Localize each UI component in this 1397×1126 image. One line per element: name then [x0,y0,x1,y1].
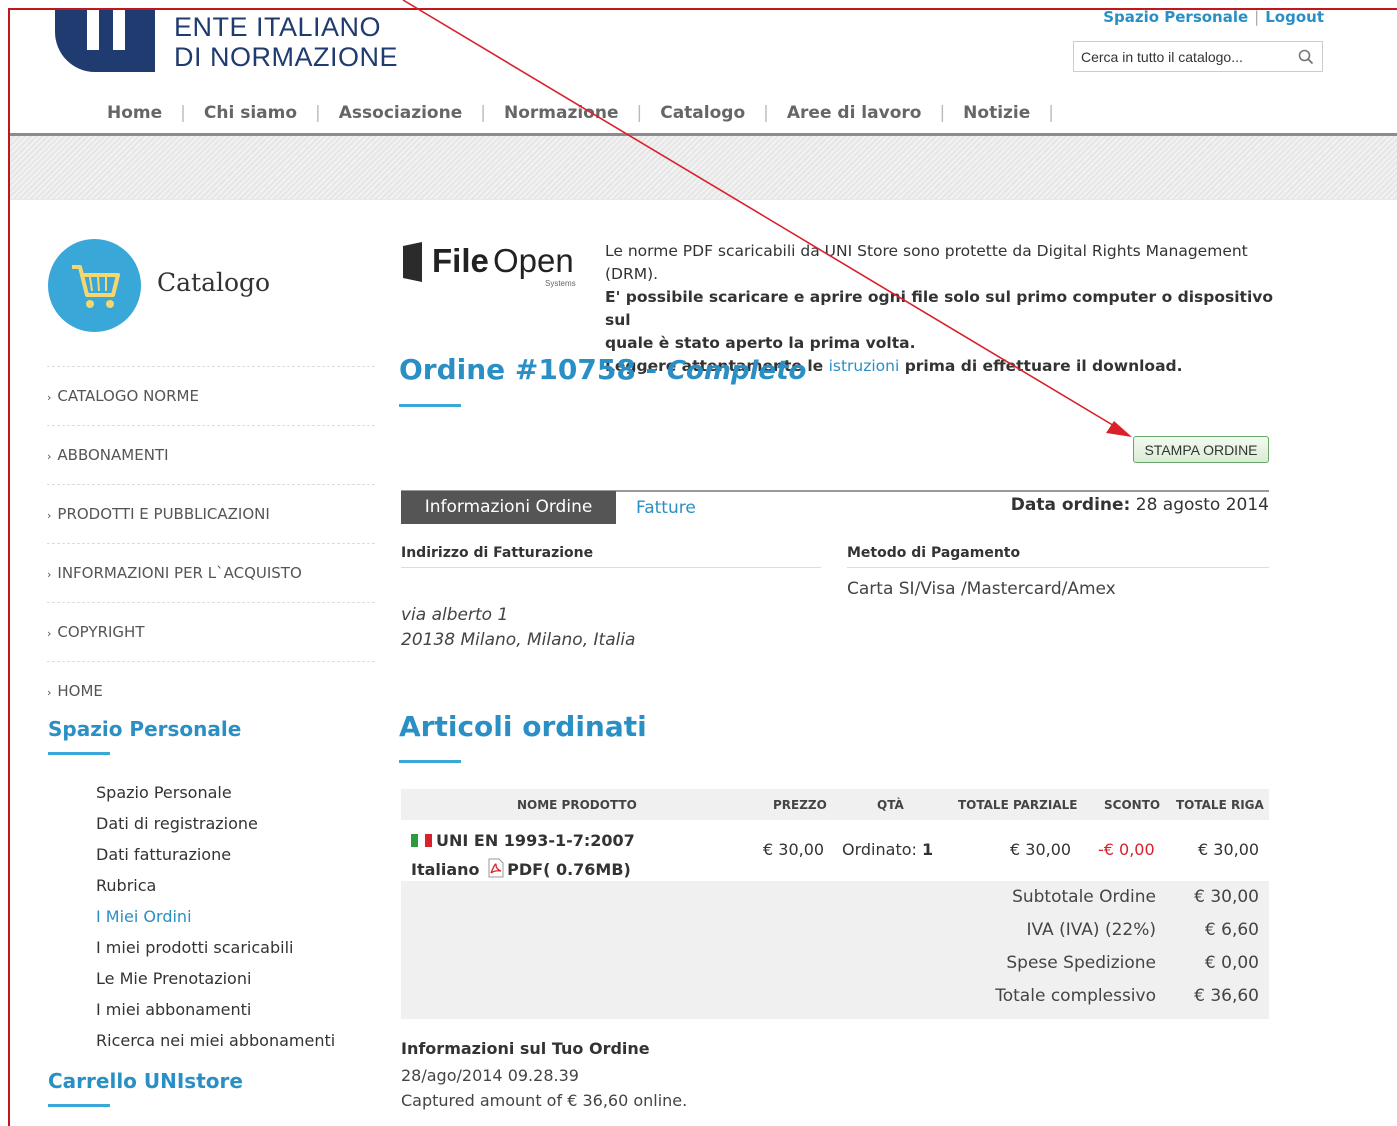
personal-item-rubrica[interactable]: Rubrica [96,874,335,905]
row-discount: -€ 0,00 [1098,840,1155,859]
billing-heading: Indirizzo di Fatturazione [401,545,594,561]
cart-heading[interactable]: Carrello UNIstore [48,1069,243,1093]
tab-invoices[interactable]: Fatture [636,498,696,518]
order-info-text: 28/ago/2014 09.28.39 Captured amount of … [401,1066,688,1110]
col-price: PREZZO [773,798,827,812]
total-row: IVA (IVA) (22%) € 6,60 [1026,920,1260,940]
nav-associazione[interactable]: Associazione [330,103,471,123]
nav-chi-siamo[interactable]: Chi siamo [195,103,306,123]
search-icon[interactable] [1298,49,1314,65]
fileopen-logo: File Open Systems [402,242,592,288]
personal-item-fatturazione[interactable]: Dati fatturazione [96,843,335,874]
billing-divider [401,567,821,568]
articles-title: Articoli ordinati [399,710,647,743]
total-row: Spese Spedizione € 0,00 [1006,953,1259,973]
sidebar-item-home[interactable]: › HOME [47,661,375,720]
col-subtotal: TOTALE PARZIALE [958,798,1078,812]
nav-notizie[interactable]: Notizie [954,103,1039,123]
payment-heading: Metodo di Pagamento [847,545,1021,561]
row-price: € 30,00 [763,840,825,859]
spazio-personale-link[interactable]: Spazio Personale [1103,8,1248,26]
istruzioni-link[interactable]: istruzioni [829,357,900,375]
payment-method: Carta SI/Visa /Mastercard/Amex [847,579,1116,599]
logo-text[interactable]: ENTE ITALIANO DI NORMAZIONE [174,12,398,72]
sidebar-item-catalogo-norme[interactable]: › CATALOGO NORME [47,366,375,425]
cart-underline [48,1104,110,1107]
col-discount: SCONTO [1104,798,1161,812]
cart-icon-badge [48,239,141,332]
order-info-heading: Informazioni sul Tuo Ordine [401,1039,650,1058]
product-language: Italiano [411,860,480,879]
top-links: Spazio Personale | Logout [1103,8,1324,26]
row-subtotal: € 30,00 [1010,840,1072,859]
hatched-banner [10,136,1397,200]
order-date: Data ordine: 28 agosto 2014 [1010,495,1269,515]
search-input[interactable] [1074,42,1289,71]
print-order-button[interactable]: STAMPA ORDINE [1133,436,1269,463]
italian-flag-icon [411,827,432,847]
nav-normazione[interactable]: Normazione [495,103,628,123]
personal-item-registrazione[interactable]: Dati di registrazione [96,812,335,843]
total-row: Subtotale Ordine € 30,00 [1012,887,1259,907]
personal-item-scaricabili[interactable]: I miei prodotti scaricabili [96,936,335,967]
personal-underline [48,752,110,755]
personal-item-spazio[interactable]: Spazio Personale [96,781,335,812]
personal-heading: Spazio Personale [48,717,242,741]
row-total: € 30,00 [1198,840,1260,859]
col-product: NOME PRODOTTO [517,798,637,812]
payment-divider [847,567,1269,568]
sidebar-title: Catalogo [157,268,271,297]
total-row: Totale complessivo € 36,60 [995,986,1259,1006]
nav-catalogo[interactable]: Catalogo [651,103,754,123]
sidebar-item-abbonamenti[interactable]: › ABBONAMENTI [47,425,375,484]
order-title: Ordine #10758 - Completo [399,353,807,386]
nav-home[interactable]: Home [98,103,171,123]
sidebar-item-copyright[interactable]: › COPYRIGHT [47,602,375,661]
personal-item-ricerca[interactable]: Ricerca nei miei abbonamenti [96,1029,335,1060]
order-status: Completo [666,356,807,386]
personal-menu: Spazio Personale Dati di registrazione D… [96,781,335,1060]
cart-icon [72,265,120,308]
sidebar-menu: › CATALOGO NORME › ABBONAMENTI › PRODOTTI E… [47,366,375,720]
logout-link[interactable]: Logout [1265,8,1324,26]
pdf-icon[interactable] [487,858,505,878]
main-nav: Home | Chi siamo | Associazione | Normazion… [98,103,1063,123]
col-row-total: TOTALE RIGA [1176,798,1264,812]
uni-logo[interactable] [55,10,155,72]
billing-address: via alberto 1 20138 Milano, Milano, Ital… [401,605,636,650]
totals: Subtotale Ordine € 30,00 IVA (IVA) (22%) €… [401,881,1269,1019]
order-items-table: NOME PRODOTTO PREZZO QTÀ TOTALE PARZIALE… [401,789,1269,1019]
nav-aree-di-lavoro[interactable]: Aree di lavoro [778,103,931,123]
tab-order-info[interactable]: Informazioni Ordine [401,491,616,524]
product-name[interactable]: UNI EN 1993-1-7:2007 [436,831,635,850]
personal-item-prenotazioni[interactable]: Le Mie Prenotazioni [96,967,335,998]
order-title-underline [399,404,461,407]
product-format[interactable]: PDF( 0.76MB) [507,860,631,879]
personal-item-abbonamenti[interactable]: I miei abbonamenti [96,998,335,1029]
col-qty: QTÀ [877,798,904,812]
personal-item-ordini[interactable]: I Miei Ordini [96,905,335,936]
search-box [1073,41,1323,72]
articles-underline [399,760,461,763]
table-row: UNI EN 1993-1-7:2007 Italiano PDF( 0.76M… [401,820,1269,881]
row-qty: Ordinato: 1 [842,840,934,859]
sidebar-item-informazioni[interactable]: › INFORMAZIONI PER L`ACQUISTO [47,543,375,602]
sidebar-item-prodotti[interactable]: › PRODOTTI E PUBBLICAZIONI [47,484,375,543]
table-header: NOME PRODOTTO PREZZO QTÀ TOTALE PARZIALE… [401,789,1269,820]
